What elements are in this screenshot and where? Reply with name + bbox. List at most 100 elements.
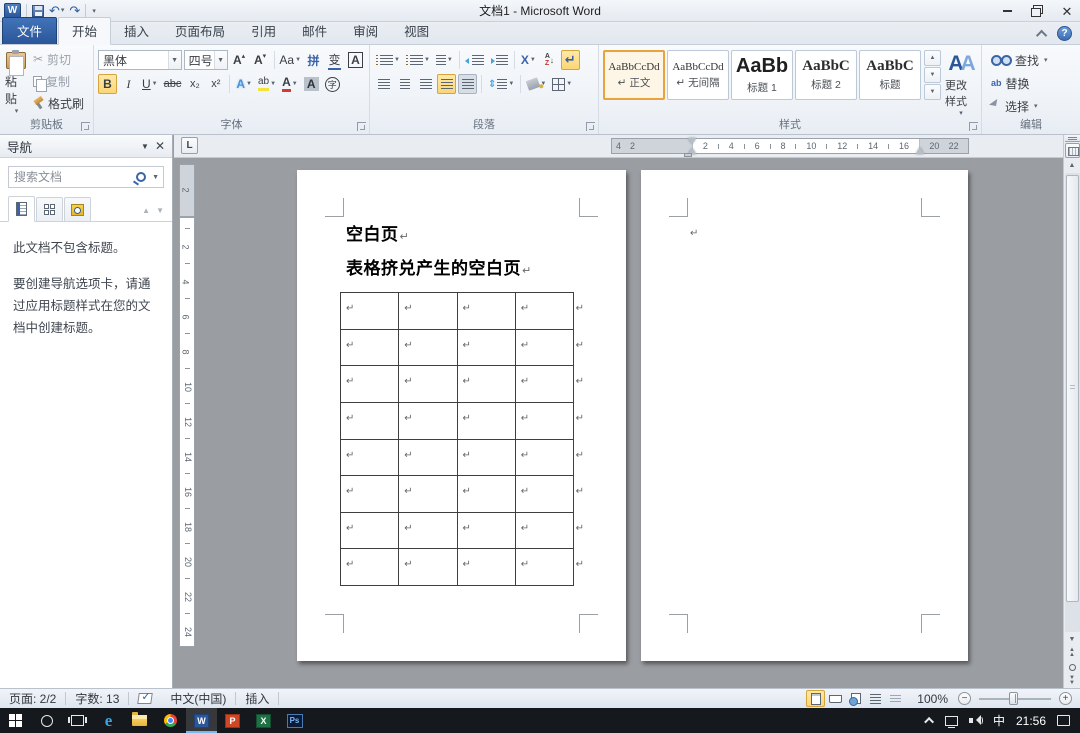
right-indent-marker[interactable] <box>916 143 924 154</box>
scrollbar-thumb[interactable] <box>1066 175 1079 602</box>
outline-view-button[interactable] <box>866 690 885 707</box>
insert-mode-indicator[interactable]: 插入 <box>236 689 278 708</box>
character-border-button[interactable]: A <box>346 50 365 70</box>
taskbar-powerpoint[interactable]: P <box>217 708 248 733</box>
find-button[interactable]: 查找▾ <box>986 50 1076 70</box>
table-cell[interactable]: ↵ <box>457 513 515 549</box>
increase-indent-button[interactable] <box>488 50 510 70</box>
undo-button[interactable]: ↶▾ <box>49 4 64 17</box>
copy-button[interactable]: 复制 <box>28 71 89 91</box>
fullscreen-reading-button[interactable] <box>826 690 845 707</box>
table-cell[interactable]: ↵ <box>457 476 515 512</box>
page-indicator[interactable]: 页面: 2/2 <box>0 689 65 708</box>
ruler-toggle-button[interactable] <box>1065 143 1080 158</box>
shading-button[interactable]: ▼ <box>525 74 548 94</box>
proofing-status[interactable] <box>129 689 161 708</box>
shrink-font-button[interactable]: A <box>251 50 270 70</box>
table-cell[interactable]: ↵ <box>341 513 398 549</box>
grow-font-button[interactable]: A <box>230 50 249 70</box>
bullets-button[interactable]: ▼ <box>374 50 402 70</box>
gallery-more-button[interactable]: ▼ <box>924 84 941 100</box>
sort-button[interactable]: AZ↓ <box>540 50 559 70</box>
change-styles-button[interactable]: AA 更改样式 ▾ <box>944 48 977 116</box>
zoom-out-button[interactable]: − <box>958 692 971 705</box>
table-cell[interactable]: ↵ <box>398 366 456 402</box>
table-cell[interactable]: ↵ <box>515 549 573 585</box>
change-case-button[interactable]: Aa▼ <box>278 50 302 70</box>
browse-object-button[interactable] <box>1065 660 1080 674</box>
tab-browse-results[interactable] <box>64 197 91 221</box>
char-style-button[interactable]: 变 <box>325 50 344 70</box>
dialog-launcher-styles[interactable] <box>969 122 978 131</box>
dialog-launcher-paragraph[interactable] <box>586 122 595 131</box>
horizontal-ruler[interactable]: 42 246810121416 2022 <box>611 138 969 154</box>
scroll-up-icon[interactable]: ▲ <box>1065 159 1080 172</box>
align-right-button[interactable] <box>416 74 435 94</box>
previous-heading-icon[interactable]: ▲ <box>142 206 150 215</box>
table-cell[interactable]: ↵ <box>398 549 456 585</box>
borders-button[interactable]: ▼ <box>550 74 574 94</box>
search-dropdown-icon[interactable]: ▼ <box>152 174 159 181</box>
dialog-launcher-font[interactable] <box>357 122 366 131</box>
table-cell[interactable]: ↵ <box>341 330 398 366</box>
left-indent-marker[interactable] <box>684 153 692 157</box>
navigation-close-icon[interactable]: ✕ <box>155 139 165 153</box>
search-icon[interactable] <box>136 172 146 182</box>
tab-view[interactable]: 视图 <box>391 18 442 44</box>
scrollbar-track[interactable] <box>1065 173 1080 632</box>
chevron-down-icon[interactable]: ▼ <box>214 51 227 69</box>
bold-button[interactable]: B <box>98 74 117 94</box>
table-cell[interactable]: ↵ <box>515 440 573 476</box>
next-heading-icon[interactable]: ▼ <box>156 206 164 215</box>
volume-icon[interactable] <box>969 715 982 726</box>
tab-mailings[interactable]: 邮件 <box>289 18 340 44</box>
table-cell[interactable]: ↵ <box>515 513 573 549</box>
strikethrough-button[interactable]: abc <box>162 74 184 94</box>
table-cell[interactable]: ↵ <box>398 330 456 366</box>
taskbar-edge[interactable]: e <box>93 708 124 733</box>
heading-table-blank-page[interactable]: 表格挤兑产生的空白页↵ <box>346 254 532 279</box>
style-heading-1[interactable]: AaBb标题 1 <box>731 50 793 100</box>
table-cell[interactable]: ↵ <box>398 293 456 329</box>
document-canvas[interactable]: 空白页↵ 表格挤兑产生的空白页↵ ↵↵↵↵↵↵↵↵↵↵↵↵↵↵↵↵↵↵↵↵↵↵↵… <box>196 158 1063 688</box>
text-effects-button[interactable]: A▼ <box>234 74 254 94</box>
ime-indicator[interactable]: 中 <box>993 712 1005 729</box>
paste-dropdown-icon[interactable]: ▾ <box>15 107 19 115</box>
style-heading-2[interactable]: AaBbC标题 2 <box>795 50 857 100</box>
vertical-ruler[interactable]: 2 24681012141618202224 <box>179 158 195 665</box>
zoom-slider[interactable] <box>979 692 1051 705</box>
align-left-button[interactable] <box>374 74 393 94</box>
dialog-launcher-clipboard[interactable] <box>81 122 90 131</box>
table-cell[interactable]: ↵ <box>515 403 573 439</box>
clock[interactable]: 21:56 <box>1016 714 1046 728</box>
taskbar-file-explorer[interactable] <box>124 708 155 733</box>
cut-button[interactable]: ✂剪切 <box>28 49 89 69</box>
minimize-button[interactable] <box>1000 4 1014 18</box>
table-cell[interactable]: ↵ <box>341 366 398 402</box>
redo-button[interactable]: ↷ <box>69 4 80 17</box>
tab-references[interactable]: 引用 <box>238 18 289 44</box>
justify-button[interactable] <box>437 74 456 94</box>
taskbar-photoshop[interactable]: Ps <box>279 708 310 733</box>
show-hide-marks-button[interactable]: ↵ <box>561 50 580 70</box>
table-cell[interactable]: ↵ <box>398 513 456 549</box>
previous-page-button[interactable]: ▲▲ <box>1065 646 1080 660</box>
action-center-icon[interactable] <box>1057 715 1070 726</box>
table-cell[interactable]: ↵ <box>341 403 398 439</box>
restore-button[interactable] <box>1030 4 1044 18</box>
zoom-slider-thumb[interactable] <box>1009 692 1018 705</box>
help-icon[interactable]: ? <box>1057 26 1072 41</box>
taskbar-excel[interactable]: X <box>248 708 279 733</box>
word-count[interactable]: 字数: 13 <box>66 689 128 708</box>
table-cell[interactable]: ↵ <box>341 549 398 585</box>
table-cell[interactable]: ↵ <box>398 440 456 476</box>
multilevel-list-button[interactable]: ▼ <box>434 50 455 70</box>
taskbar-task-view[interactable] <box>62 708 93 733</box>
taskbar-word[interactable]: W <box>186 708 217 733</box>
table-cell[interactable]: ↵ <box>457 440 515 476</box>
table-cell[interactable]: ↵ <box>341 476 398 512</box>
underline-button[interactable]: U▼ <box>140 74 160 94</box>
page-1[interactable]: 空白页↵ 表格挤兑产生的空白页↵ ↵↵↵↵↵↵↵↵↵↵↵↵↵↵↵↵↵↵↵↵↵↵↵… <box>297 170 626 661</box>
subscript-button[interactable]: x₂ <box>185 74 204 94</box>
table-cell[interactable]: ↵ <box>515 366 573 402</box>
